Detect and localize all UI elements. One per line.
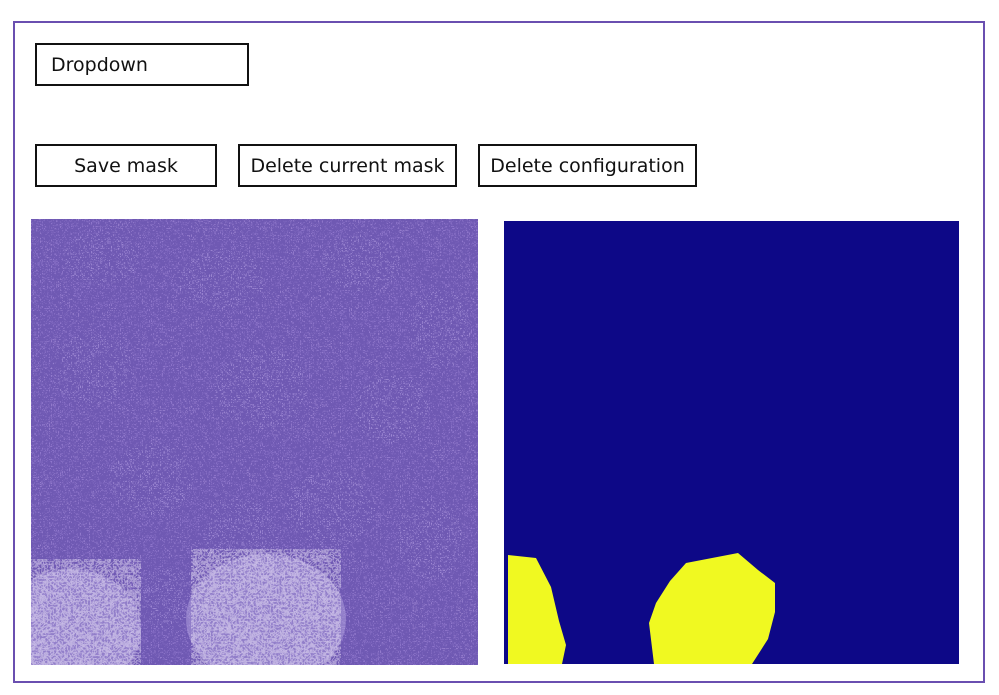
save-mask-button[interactable]: Save mask <box>35 144 217 187</box>
delete-configuration-button[interactable]: Delete configuration <box>478 144 697 187</box>
delete-current-mask-button[interactable]: Delete current mask <box>238 144 457 187</box>
dropdown-label: Dropdown <box>51 53 148 76</box>
segmentation-mask-image[interactable] <box>504 221 959 664</box>
mask-dropdown[interactable]: Dropdown <box>35 43 249 86</box>
segmentation-mask-canvas <box>504 221 959 664</box>
tissue-image-canvas <box>31 219 478 665</box>
tissue-image[interactable] <box>31 219 478 665</box>
